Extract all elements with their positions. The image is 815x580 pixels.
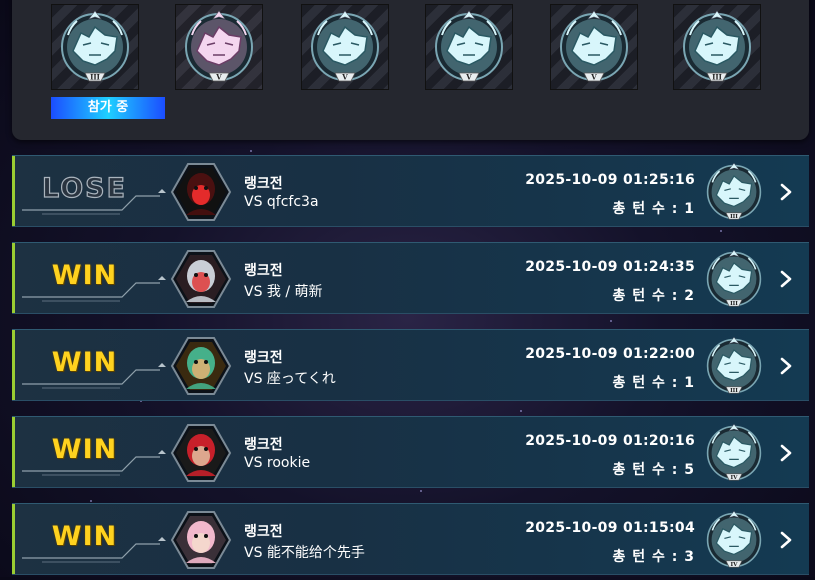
match-mode-label: 랭크전 — [244, 263, 283, 279]
chevron-right-icon[interactable] — [776, 352, 796, 380]
match-mode-label: 랭크전 — [244, 437, 283, 453]
opponent-name: VS 能不能给个先手 — [244, 545, 365, 561]
dark-monster-avatar-icon — [170, 161, 232, 223]
win-label: WIN — [51, 347, 118, 378]
match-history-row[interactable]: WIN 랭크전 VS 座ってくれ 2025-10-09 01:22:00 총 턴… — [12, 329, 809, 401]
red-cap-duelist-avatar-icon — [170, 422, 232, 484]
participating-status-label: 참가 중 — [51, 97, 165, 119]
svg-text:III: III — [730, 214, 738, 220]
chevron-right-icon[interactable] — [776, 178, 796, 206]
wolf-rank-badge-icon: III — [677, 7, 757, 87]
opponent-name: VS qfcfc3a — [244, 194, 319, 210]
opponent-name: VS rookie — [244, 455, 311, 471]
pink-hair-girl-avatar-icon — [170, 509, 232, 571]
wolf-rank-badge-icon: III — [702, 334, 766, 398]
wolf-rank-badge-icon: V — [554, 7, 634, 87]
wolf-rank-badge-icon: IV — [702, 421, 766, 485]
win-label: WIN — [51, 260, 118, 291]
match-history-row[interactable]: WIN 랭크전 VS rookie 2025-10-09 01:20:16 총 … — [12, 416, 809, 488]
match-history-row[interactable]: LOSE 랭크전 VS qfcfc3a 2025-10-09 01:25:16 … — [12, 155, 809, 227]
match-datetime: 2025-10-09 01:15:04 — [525, 520, 695, 536]
green-hair-duelist-avatar-icon — [170, 335, 232, 397]
turn-count: 총 턴 수 : 1 — [612, 201, 695, 217]
rank-history-slot: V — [425, 4, 513, 90]
svg-text:V: V — [215, 73, 222, 82]
result-area: LOSE — [12, 156, 172, 228]
turn-count: 총 턴 수 : 2 — [612, 288, 695, 304]
match-history-row[interactable]: WIN 랭크전 VS 我 / 萌新 2025-10-09 01:24:35 총 … — [12, 242, 809, 314]
wolf-rank-badge-icon: III — [702, 247, 766, 311]
chevron-right-icon[interactable] — [776, 265, 796, 293]
lose-label: LOSE — [41, 172, 128, 204]
wolf-rank-badge-icon: IV — [702, 508, 766, 572]
chevron-right-icon[interactable] — [776, 439, 796, 467]
svg-text:III: III — [712, 73, 722, 82]
svg-text:IV: IV — [731, 475, 739, 481]
chevron-right-icon[interactable] — [776, 526, 796, 554]
svg-text:V: V — [341, 73, 348, 82]
win-label: WIN — [51, 521, 118, 552]
match-datetime: 2025-10-09 01:20:16 — [525, 433, 695, 449]
rank-history-slot: III — [673, 4, 761, 90]
rank-history-slot: V — [550, 4, 638, 90]
rank-history-slot: III — [51, 4, 139, 90]
opponent-name: VS 座ってくれ — [244, 371, 336, 387]
opponent-name: VS 我 / 萌新 — [244, 284, 323, 300]
svg-text:IV: IV — [731, 562, 739, 568]
wolf-rank-badge-icon: V — [429, 7, 509, 87]
wolf-rank-badge-icon: III — [702, 160, 766, 224]
wolf-rank-badge-icon: III — [55, 7, 135, 87]
svg-text:III: III — [90, 73, 100, 82]
win-label: WIN — [51, 434, 118, 465]
match-history-row[interactable]: WIN 랭크전 VS 能不能给个先手 2025-10-09 01:15:04 총… — [12, 503, 809, 575]
turn-count: 총 턴 수 : 1 — [612, 375, 695, 391]
result-area: WIN — [12, 243, 172, 315]
match-datetime: 2025-10-09 01:24:35 — [525, 259, 695, 275]
rank-history-slot: V — [175, 4, 263, 90]
turn-count: 총 턴 수 : 5 — [612, 462, 695, 478]
robot-avatar-icon — [170, 248, 232, 310]
svg-text:V: V — [465, 73, 472, 82]
match-mode-label: 랭크전 — [244, 176, 283, 192]
match-datetime: 2025-10-09 01:25:16 — [525, 172, 695, 188]
rank-history-panel: III V V V V III 참가 중 — [12, 0, 809, 140]
match-mode-label: 랭크전 — [244, 350, 283, 366]
rank-history-slot: V — [301, 4, 389, 90]
wolf-rank-badge-icon: V — [305, 7, 385, 87]
result-area: WIN — [12, 330, 172, 402]
turn-count: 총 턴 수 : 3 — [612, 549, 695, 565]
result-area: WIN — [12, 504, 172, 576]
bear-rank-badge-icon: V — [179, 7, 259, 87]
result-area: WIN — [12, 417, 172, 489]
svg-text:III: III — [730, 388, 738, 394]
match-mode-label: 랭크전 — [244, 524, 283, 540]
match-datetime: 2025-10-09 01:22:00 — [525, 346, 695, 362]
svg-text:III: III — [730, 301, 738, 307]
svg-text:V: V — [590, 73, 597, 82]
